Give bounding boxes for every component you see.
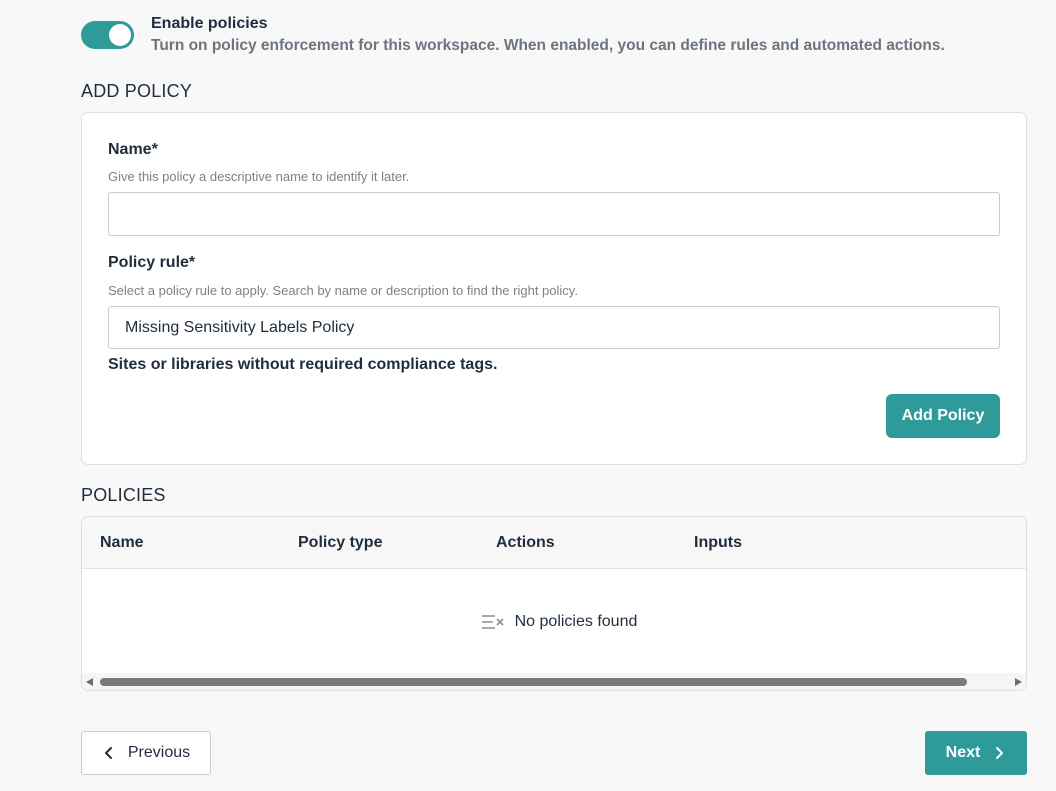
add-policy-button[interactable]: Add Policy: [886, 394, 1000, 438]
add-policy-heading: ADD POLICY: [81, 81, 193, 101]
name-help-text: Give this policy a descriptive name to i…: [108, 169, 410, 184]
next-button[interactable]: Next: [925, 731, 1027, 775]
next-button-label: Next: [945, 744, 981, 761]
previous-button-label: Previous: [127, 744, 191, 761]
chevron-left-icon: [104, 747, 112, 759]
name-label: Name*: [108, 141, 158, 158]
policy-rule-description: Sites or libraries without required comp…: [108, 356, 498, 373]
enable-policies-row: Enable policies Turn on policy enforceme…: [81, 14, 945, 57]
previous-button[interactable]: Previous: [81, 731, 211, 775]
empty-state: No policies found: [82, 569, 1026, 675]
scroll-right-arrow-icon[interactable]: [1015, 678, 1022, 686]
toggle-description: Turn on policy enforcement for this work…: [151, 37, 945, 54]
enable-policies-toggle[interactable]: [81, 21, 134, 49]
add-policy-card: Name* Give this policy a descriptive nam…: [81, 112, 1027, 465]
toggle-title: Enable policies: [151, 15, 268, 32]
policy-rule-label: Policy rule*: [108, 254, 196, 271]
clear-list-icon: [481, 615, 504, 629]
toggle-text: Enable policies Turn on policy enforceme…: [151, 14, 945, 57]
policy-rule-input[interactable]: [108, 306, 1000, 349]
empty-state-text: No policies found: [514, 613, 638, 630]
scroll-left-arrow-icon[interactable]: [86, 678, 93, 686]
horizontal-scrollbar[interactable]: [82, 673, 1026, 690]
name-input[interactable]: [108, 192, 1000, 236]
column-header-name[interactable]: Name: [100, 534, 144, 552]
chevron-right-icon: [996, 747, 1004, 759]
policy-rule-help-text: Select a policy rule to apply. Search by…: [108, 283, 578, 298]
scrollbar-thumb[interactable]: [100, 678, 967, 686]
column-header-policy-type[interactable]: Policy type: [298, 534, 382, 552]
policies-heading: POLICIES: [81, 485, 166, 505]
toggle-knob: [109, 24, 131, 46]
column-header-inputs[interactable]: Inputs: [694, 534, 742, 552]
column-header-actions[interactable]: Actions: [496, 534, 555, 552]
policies-table: Name Policy type Actions Inputs No polic…: [81, 516, 1027, 691]
table-header: Name Policy type Actions Inputs: [82, 517, 1026, 569]
